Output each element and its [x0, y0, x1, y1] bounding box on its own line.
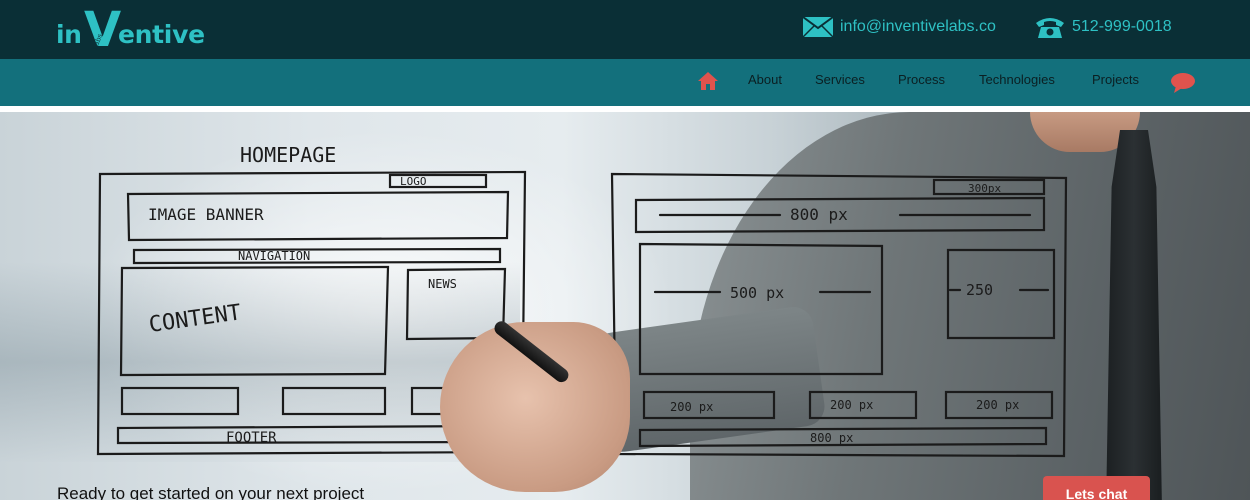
telephone-icon	[1034, 15, 1066, 39]
sketch-width-250: 250	[966, 281, 993, 299]
envelope-icon	[802, 16, 834, 38]
home-icon[interactable]	[697, 71, 719, 91]
sketch-width-300: 300px	[968, 182, 1001, 195]
nav-item-projects[interactable]: Projects	[1092, 59, 1139, 106]
logo-letter-v: V	[84, 2, 122, 58]
sketch-width-500: 500 px	[730, 284, 784, 302]
sketch-navigation: NAVIGATION	[238, 249, 310, 263]
phone-contact[interactable]: 512-999-0018	[1034, 12, 1172, 42]
lets-chat-button[interactable]: Lets chat	[1043, 476, 1150, 500]
hero-tagline: Ready to get started on your next projec…	[57, 484, 365, 500]
sketch-homepage: HOMEPAGE	[240, 143, 336, 167]
sketch-width-800: 800 px	[790, 205, 848, 224]
sketch-image-banner: IMAGE BANNER	[148, 205, 264, 224]
sketch-width-800-b: 800 px	[810, 431, 853, 445]
speech-bubble-icon[interactable]	[1170, 72, 1196, 94]
logo-text-suffix: entive	[118, 20, 205, 49]
nav-item-about[interactable]: About	[748, 59, 782, 106]
sketch-width-200-c: 200 px	[976, 398, 1019, 412]
email-address[interactable]: info@inventivelabs.co	[840, 18, 996, 36]
phone-number[interactable]: 512-999-0018	[1072, 18, 1172, 36]
wireframe-labels: HOMEPAGE LOGO IMAGE BANNER NAVIGATION CO…	[147, 143, 1019, 446]
hero-banner: HOMEPAGE LOGO IMAGE BANNER NAVIGATION CO…	[0, 112, 1250, 500]
sketch-footer: FOOTER	[226, 430, 277, 446]
logo-text-prefix: in	[56, 20, 82, 49]
main-navigation: About Services Process Technologies Proj…	[0, 59, 1250, 106]
nav-item-technologies[interactable]: Technologies	[979, 59, 1055, 106]
email-contact[interactable]: info@inventivelabs.co	[802, 12, 996, 42]
sketch-content: CONTENT	[147, 300, 242, 338]
nav-item-services[interactable]: Services	[815, 59, 865, 106]
sketch-news: NEWS	[428, 277, 457, 291]
logo[interactable]: in V entive Labs	[56, 2, 226, 58]
sketch-logo: LOGO	[400, 175, 427, 188]
top-bar: in V entive Labs info@inventivelabs.co 5…	[0, 0, 1250, 59]
nav-item-process[interactable]: Process	[898, 59, 945, 106]
sketch-width-200-b: 200 px	[830, 398, 873, 412]
sketch-width-200-a: 200 px	[670, 400, 713, 414]
